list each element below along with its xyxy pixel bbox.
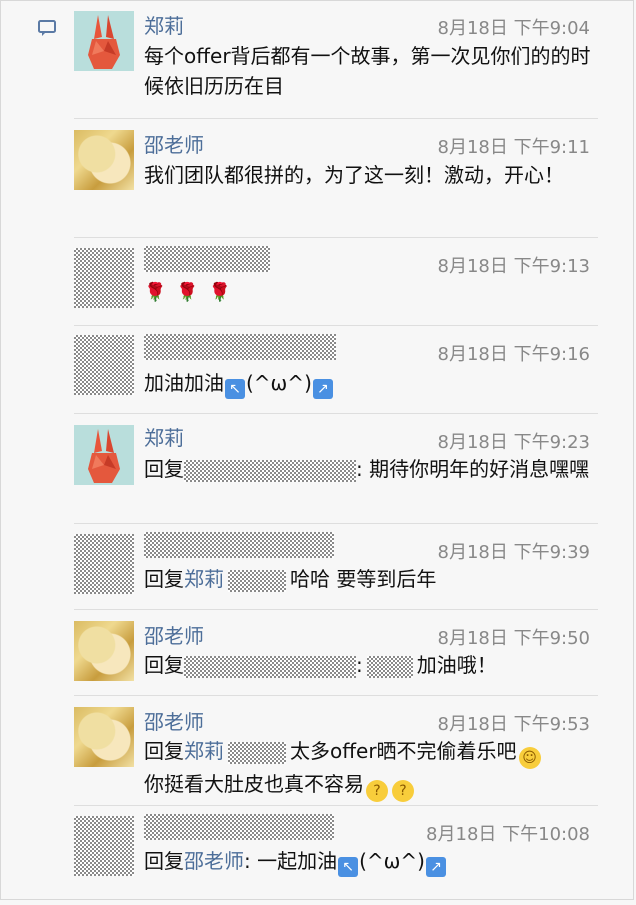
comment-text: 回复邵老师: 一起加油 ↖ (^ω^) ↗ <box>144 846 594 877</box>
arrow-up-right-icon: ↗ <box>425 857 446 877</box>
commenter-name[interactable]: 邵老师 <box>144 129 204 158</box>
reply-prefix: 回复 <box>144 849 184 873</box>
masked-text <box>228 569 286 592</box>
commenter-name[interactable]: 邵老师 <box>144 706 204 735</box>
comment-time: 8月18日 下午9:50 <box>437 628 591 649</box>
comment-item: 8月18日 下午9:13 🌹 🌹 🌹 <box>74 237 598 325</box>
painting-avatar[interactable] <box>74 621 134 681</box>
comment-thread: 郑莉 8月18日 下午9:04 每个offer背后都有一个故事，第一次见你们的的… <box>74 0 598 905</box>
kaomoji: (^ω^) <box>359 849 425 873</box>
masked-name <box>144 814 334 840</box>
message-text: 加油哦！ <box>416 653 497 677</box>
comment-text: 回复郑莉 太多offer晒不完偷着乐吧 ☺ 你挺看大肚皮也真不容易?? <box>144 736 594 802</box>
thinking-icon: ? <box>366 780 388 802</box>
painting-avatar[interactable] <box>74 130 134 190</box>
masked-avatar[interactable] <box>74 534 134 594</box>
reply-prefix: 回复 <box>144 457 184 481</box>
commenter-name[interactable]: 邵老师 <box>144 620 204 649</box>
thinking-icon: ? <box>392 780 414 802</box>
smile-icon: ☺ <box>518 747 541 769</box>
comment-item: 8月18日 下午9:16 加油加油 ↖ (^ω^) ↗ <box>74 325 598 413</box>
comment-item: 8月18日 下午9:39 回复郑莉 哈哈 要等到后年 <box>74 523 598 609</box>
comment-text: 🌹 🌹 🌹 <box>144 276 594 308</box>
rabbit-avatar[interactable] <box>74 11 134 71</box>
reply-target-link[interactable]: 邵老师 <box>184 849 244 873</box>
comment-time: 8月18日 下午9:04 <box>437 18 591 39</box>
message-text: 加油加油 <box>144 371 224 395</box>
masked-avatar[interactable] <box>74 335 134 395</box>
commenter-name[interactable]: 郑莉 <box>144 10 184 39</box>
message-text: : 一起加油 <box>244 849 338 873</box>
comment-item: 8月18日 下午10:08 回复邵老师: 一起加油 ↖ (^ω^) ↗ <box>74 805 598 905</box>
masked-text <box>366 655 413 678</box>
comment-time: 8月18日 下午9:39 <box>437 542 591 563</box>
comment-text: 我们团队都很拼的，为了这一刻！激动，开心！ <box>144 163 564 187</box>
kaomoji: (^ω^) <box>246 371 312 395</box>
masked-reply-target <box>184 655 356 678</box>
masked-text <box>228 741 286 764</box>
rabbit-avatar[interactable] <box>74 425 134 485</box>
comment-item: 邵老师 8月18日 下午9:53 回复郑莉 太多offer晒不完偷着乐吧 ☺ 你挺看… <box>74 695 598 805</box>
arrow-up-left-icon: ↖ <box>225 379 245 399</box>
separator: : <box>356 653 363 677</box>
painting-avatar[interactable] <box>74 707 134 767</box>
rose-icon: 🌹 <box>208 282 232 303</box>
masked-reply-target <box>184 459 356 482</box>
rabbit-icon <box>74 425 134 485</box>
reply-prefix: 回复 <box>144 653 184 677</box>
masked-name <box>144 246 270 272</box>
message-text: : 期待你明年的好消息嘿嘿 <box>356 457 590 481</box>
reply-prefix: 回复 <box>144 567 184 591</box>
comment-time: 8月18日 下午9:16 <box>437 344 591 365</box>
comment-item: 邵老师 8月18日 下午9:11 我们团队都很拼的，为了这一刻！激动，开心！ <box>74 118 598 237</box>
comment-text: 加油加油 ↖ (^ω^) ↗ <box>144 368 594 399</box>
comment-time: 8月18日 下午9:53 <box>437 714 591 735</box>
masked-avatar[interactable] <box>74 816 134 876</box>
comment-time: 8月18日 下午9:13 <box>437 256 591 277</box>
comment-item: 郑莉 8月18日 下午9:23 回复 : 期待你明年的好消息嘿嘿 <box>74 413 598 523</box>
comment-text: 回复 : 期待你明年的好消息嘿嘿 <box>144 454 594 484</box>
masked-name <box>144 334 336 360</box>
message-text: 哈哈 要等到后年 <box>290 567 437 591</box>
reply-target-link[interactable]: 郑莉 <box>184 567 224 591</box>
comment-time: 8月18日 下午9:23 <box>437 432 591 453</box>
comment-icon <box>38 20 56 36</box>
message-text-line2: 你挺看大肚皮也真不容易 <box>144 772 364 796</box>
masked-name <box>144 532 334 558</box>
comment-text: 每个offer背后都有一个故事，第一次见你们的的时候依旧历历在目 <box>144 44 591 98</box>
message-text: 太多offer晒不完偷着乐吧 <box>290 739 517 763</box>
masked-avatar[interactable] <box>74 248 134 308</box>
comment-time: 8月18日 下午9:11 <box>437 137 591 158</box>
comment-text: 回复: 加油哦！ <box>144 650 594 680</box>
arrow-up-right-icon: ↗ <box>312 379 333 399</box>
arrow-up-left-icon: ↖ <box>338 857 359 877</box>
reply-prefix: 回复 <box>144 739 184 763</box>
comment-time: 8月18日 下午10:08 <box>426 824 590 845</box>
rose-icon: 🌹 <box>144 282 167 303</box>
rose-icon: 🌹 <box>176 282 199 303</box>
reply-target-link[interactable]: 郑莉 <box>184 739 224 763</box>
comment-item: 郑莉 8月18日 下午9:04 每个offer背后都有一个故事，第一次见你们的的… <box>74 0 598 118</box>
comment-item: 邵老师 8月18日 下午9:50 回复: 加油哦！ <box>74 609 598 695</box>
commenter-name[interactable]: 郑莉 <box>144 422 184 451</box>
comment-text: 回复郑莉 哈哈 要等到后年 <box>144 564 594 594</box>
rabbit-icon <box>74 11 134 71</box>
